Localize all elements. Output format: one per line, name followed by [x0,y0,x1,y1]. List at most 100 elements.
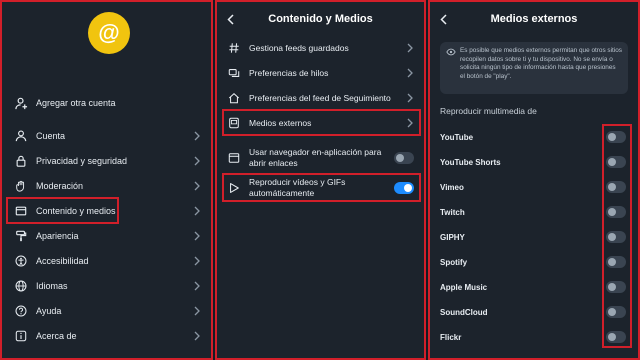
sidebar-item-acerca[interactable]: Acerca de [14,325,201,347]
autoplay-toggle[interactable] [394,182,414,194]
toggle-knob [608,258,616,266]
list-item-label: Medios externos [249,117,312,128]
media-source-label: Flickr [440,332,462,342]
chevron-right-icon [193,155,201,167]
toggle-row-in-app-browser[interactable]: Usar navegador en-aplicación para abrir … [227,146,414,170]
chevron-right-icon [406,42,414,54]
media-source-row[interactable]: GIPHY [440,228,628,246]
sidebar-item-label: Accesibilidad [36,256,89,266]
content-media-panel: Contenido y Medios Gestiona feeds guarda… [215,0,426,360]
info-icon [14,329,28,343]
youtube-shorts-toggle[interactable] [606,156,626,168]
chevron-right-icon [406,67,414,79]
toggle-knob [608,208,616,216]
chevron-right-icon [193,305,201,317]
media-source-label: Spotify [440,257,468,267]
toggle-knob [608,158,616,166]
toggle-row-autoplay[interactable]: Reproducir vídeos y GIFs automáticamente [227,176,414,200]
settings-panel: @ Agregar otra cuenta Cuenta Privacidad … [0,0,213,360]
hand-icon [14,179,28,193]
person-icon [14,129,28,143]
sidebar-item-label: Contenido y medios [36,206,116,216]
twitch-toggle[interactable] [606,206,626,218]
page-title: Medios externos [490,13,578,25]
chevron-right-icon [193,330,201,342]
play-icon [227,181,241,195]
toggle-knob [608,233,616,241]
media-source-label: SoundCloud [440,307,488,317]
flickr-toggle[interactable] [606,331,626,343]
media-source-row[interactable]: YouTube [440,128,628,146]
external-media-panel: Medios externos Es posible que medios ex… [428,0,640,360]
media-source-label: YouTube Shorts [440,157,501,167]
help-icon [14,304,28,318]
section-label: Reproducir multimedia de [440,106,537,116]
media-source-row[interactable]: Spotify [440,253,628,271]
chevron-right-icon [193,255,201,267]
sidebar-item-label: Apariencia [36,231,79,241]
sidebar-item-label: Cuenta [36,131,66,141]
list-item-threads[interactable]: Preferencias de hilos [227,62,414,84]
sidebar-item-privacidad[interactable]: Privacidad y seguridad [14,150,201,172]
chevron-right-icon [406,92,414,104]
chevron-right-icon [406,117,414,129]
list-item-label: Preferencias de hilos [249,67,329,78]
in-app-browser-toggle[interactable] [394,152,414,164]
media-source-label: Apple Music [440,282,488,292]
list-item-saved-feeds[interactable]: Gestiona feeds guardados [227,37,414,59]
sidebar-item-moderacion[interactable]: Moderación [14,175,201,197]
media-source-row[interactable]: SoundCloud [440,303,628,321]
vimeo-toggle[interactable] [606,181,626,193]
accessibility-icon [14,254,28,268]
media-source-row[interactable]: Twitch [440,203,628,221]
lock-icon [14,154,28,168]
sidebar-item-cuenta[interactable]: Cuenta [14,125,201,147]
list-item-label: Preferencias del feed de Seguimiento [249,92,391,103]
spotify-toggle[interactable] [606,256,626,268]
apple-music-toggle[interactable] [606,281,626,293]
giphy-toggle[interactable] [606,231,626,243]
media-source-row[interactable]: Vimeo [440,178,628,196]
sidebar-item-label: Acerca de [36,331,77,341]
threads-icon [227,66,241,80]
sidebar-item-label: Privacidad y seguridad [36,156,128,166]
media-source-label: GIPHY [440,232,465,242]
window-icon [14,204,28,218]
page-title: Contenido y Medios [268,13,373,25]
sidebar-item-contenido[interactable]: Contenido y medios [14,200,201,222]
youtube-toggle[interactable] [606,131,626,143]
chevron-right-icon [193,180,201,192]
toggle-knob [608,308,616,316]
media-source-label: YouTube [440,132,474,142]
browser-icon [227,151,241,165]
globe-icon [14,279,28,293]
sidebar-item-ayuda[interactable]: Ayuda [14,300,201,322]
sidebar-item-apariencia[interactable]: Apariencia [14,225,201,247]
chevron-right-icon [193,130,201,142]
eye-icon [446,48,456,60]
add-user-icon [14,96,28,110]
home-icon [227,91,241,105]
chevron-right-icon [193,280,201,292]
media-source-row[interactable]: Flickr [440,328,628,346]
list-item-following-feed[interactable]: Preferencias del feed de Seguimiento [227,87,414,109]
sidebar-item-accesibilidad[interactable]: Accesibilidad [14,250,201,272]
toggle-knob [608,133,616,141]
privacy-notice: Es posible que medios externos permitan … [440,42,628,94]
soundcloud-toggle[interactable] [606,306,626,318]
sidebar-item-idiomas[interactable]: Idiomas [14,275,201,297]
list-item-external-media[interactable]: Medios externos [227,112,414,134]
avatar[interactable]: @ [88,12,130,54]
toggle-knob [608,333,616,341]
toggle-knob [396,154,404,162]
sidebar-item-label: Ayuda [36,306,62,316]
media-source-label: Vimeo [440,182,464,192]
sidebar-item-label: Idiomas [36,281,68,291]
media-source-row[interactable]: Apple Music [440,278,628,296]
notice-text: Es posible que medios externos permitan … [460,47,622,80]
media-source-row[interactable]: YouTube Shorts [440,153,628,171]
toggle-knob [608,183,616,191]
add-account-item[interactable]: Agregar otra cuenta [14,92,201,114]
toggle-knob [404,184,412,192]
media-source-label: Twitch [440,207,465,217]
